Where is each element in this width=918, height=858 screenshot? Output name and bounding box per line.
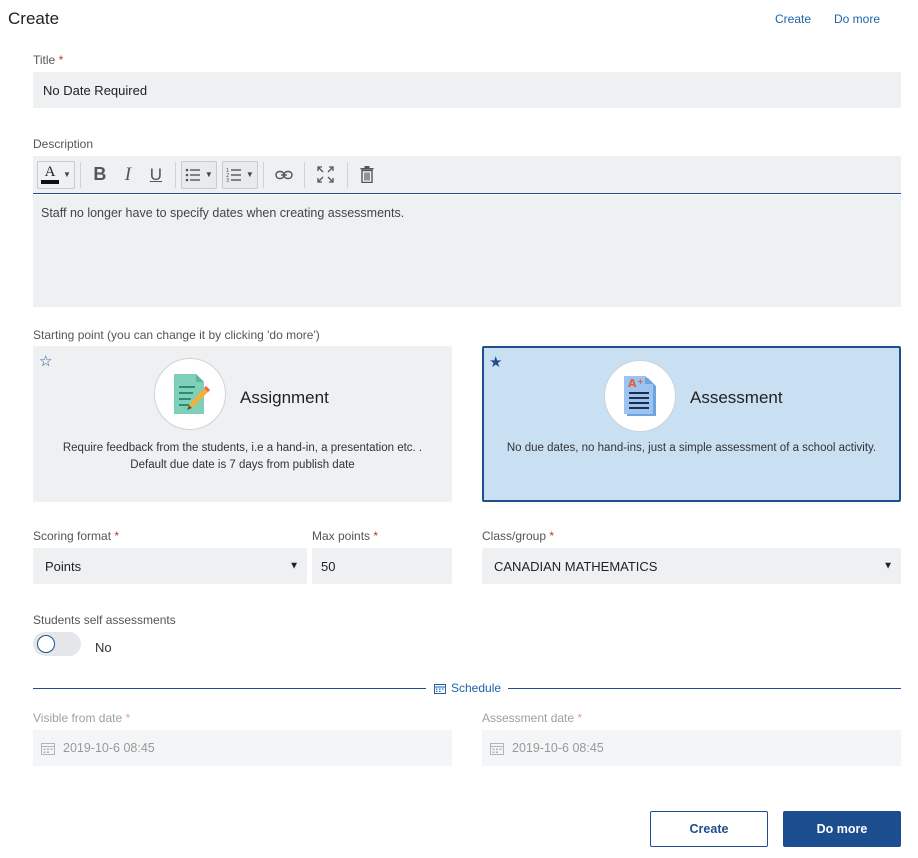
assessment-card-description: No due dates, no hand-ins, just a simple…	[506, 442, 877, 454]
description-text: Staff no longer have to specify dates wh…	[41, 206, 405, 220]
toolbar-divider	[303, 161, 305, 188]
star-outline-icon: ☆	[39, 353, 53, 370]
chevron-down-icon: ▼	[245, 170, 254, 179]
underline-button[interactable]: U	[145, 160, 167, 190]
max-points-label: Max points *	[312, 529, 379, 543]
description-toolbar: A ▼ B I U ▼ 1 2 3 ▼	[33, 156, 901, 194]
assessment-card[interactable]: ★ A + Assessment No due dates, no hand-i…	[482, 346, 901, 502]
assignment-document-icon	[174, 374, 210, 414]
color-swatch	[41, 180, 59, 184]
trash-icon	[360, 166, 374, 183]
svg-text:A: A	[628, 377, 637, 390]
title-input[interactable]: No Date Required	[33, 72, 901, 108]
italic-button[interactable]: I	[117, 160, 139, 190]
assignment-card-title: Assignment	[240, 388, 329, 407]
bullet-list-icon	[185, 168, 200, 181]
assignment-card-description: Require feedback from the students, i.e …	[62, 442, 423, 471]
star-filled-icon: ★	[489, 354, 503, 371]
numbered-list-icon: 1 2 3	[226, 168, 241, 183]
svg-text:+: +	[637, 377, 644, 386]
toolbar-divider	[346, 161, 348, 188]
toolbar-divider	[174, 161, 176, 188]
assessment-date-input[interactable]: 2019-10-6 08:45	[482, 730, 901, 766]
header-create-link[interactable]: Create	[775, 12, 811, 26]
self-assessment-toggle[interactable]	[33, 632, 81, 656]
header-do-more-link[interactable]: Do more	[834, 12, 880, 26]
max-points-input[interactable]: 50	[312, 548, 452, 584]
expand-icon	[317, 166, 334, 183]
do-more-button[interactable]: Do more	[783, 811, 901, 847]
visible-from-date-input[interactable]: 2019-10-6 08:45	[33, 730, 452, 766]
chevron-down-icon: ▼	[204, 170, 213, 179]
calendar-icon	[434, 683, 446, 694]
assignment-card[interactable]: ☆ Assignment Require feedback from the s…	[33, 346, 452, 502]
scoring-format-select[interactable]: Points ▼	[33, 548, 307, 584]
text-color-button[interactable]: A ▼	[37, 160, 75, 189]
description-editor[interactable]: Staff no longer have to specify dates wh…	[33, 195, 901, 307]
text-color-letter: A	[44, 164, 56, 180]
class-group-label: Class/group *	[482, 529, 555, 543]
toggle-knob	[37, 635, 55, 653]
self-assessment-state: No	[95, 640, 112, 655]
scoring-format-value: Points	[45, 558, 82, 574]
svg-text:3: 3	[226, 178, 229, 183]
title-label: Title *	[33, 53, 64, 67]
class-group-select[interactable]: CANADIAN MATHEMATICS ▼	[482, 548, 901, 584]
title-input-value: No Date Required	[43, 82, 148, 98]
page-title: Create	[8, 9, 60, 28]
self-assessment-label: Students self assessments	[33, 613, 176, 627]
create-button[interactable]: Create	[650, 811, 768, 847]
clear-formatting-button[interactable]	[356, 160, 378, 190]
numbered-list-button[interactable]: 1 2 3 ▼	[221, 160, 258, 189]
chevron-down-icon: ▼	[883, 560, 893, 572]
schedule-divider-right	[508, 688, 901, 689]
assignment-icon-circle	[154, 358, 226, 430]
assessment-icon-circle: A +	[604, 360, 676, 432]
visible-from-value: 2019-10-6 08:45	[63, 741, 155, 755]
starting-point-label: Starting point (you can change it by cli…	[33, 328, 320, 342]
link-icon	[275, 170, 293, 179]
link-button[interactable]	[272, 160, 296, 190]
max-points-value: 50	[321, 558, 336, 574]
visible-from-label: Visible from date *	[33, 711, 131, 725]
chevron-down-icon: ▼	[63, 170, 71, 179]
schedule-label: Schedule	[451, 681, 502, 695]
assessment-card-title: Assessment	[690, 388, 783, 407]
calendar-icon	[41, 742, 55, 755]
bold-button[interactable]: B	[89, 160, 111, 190]
description-label: Description	[33, 137, 94, 151]
calendar-icon	[490, 742, 504, 755]
schedule-heading: Schedule	[434, 681, 501, 695]
assessment-date-label: Assessment date *	[482, 711, 583, 725]
toolbar-divider	[262, 161, 264, 188]
assessment-document-icon: A +	[624, 376, 656, 416]
fullscreen-button[interactable]	[313, 160, 339, 190]
assessment-date-value: 2019-10-6 08:45	[512, 741, 604, 755]
schedule-divider-left	[33, 688, 426, 689]
class-group-value: CANADIAN MATHEMATICS	[494, 558, 658, 574]
chevron-down-icon: ▼	[289, 560, 299, 572]
scoring-format-label: Scoring format *	[33, 529, 120, 543]
toolbar-divider	[79, 161, 81, 188]
bullet-list-button[interactable]: ▼	[180, 160, 217, 189]
